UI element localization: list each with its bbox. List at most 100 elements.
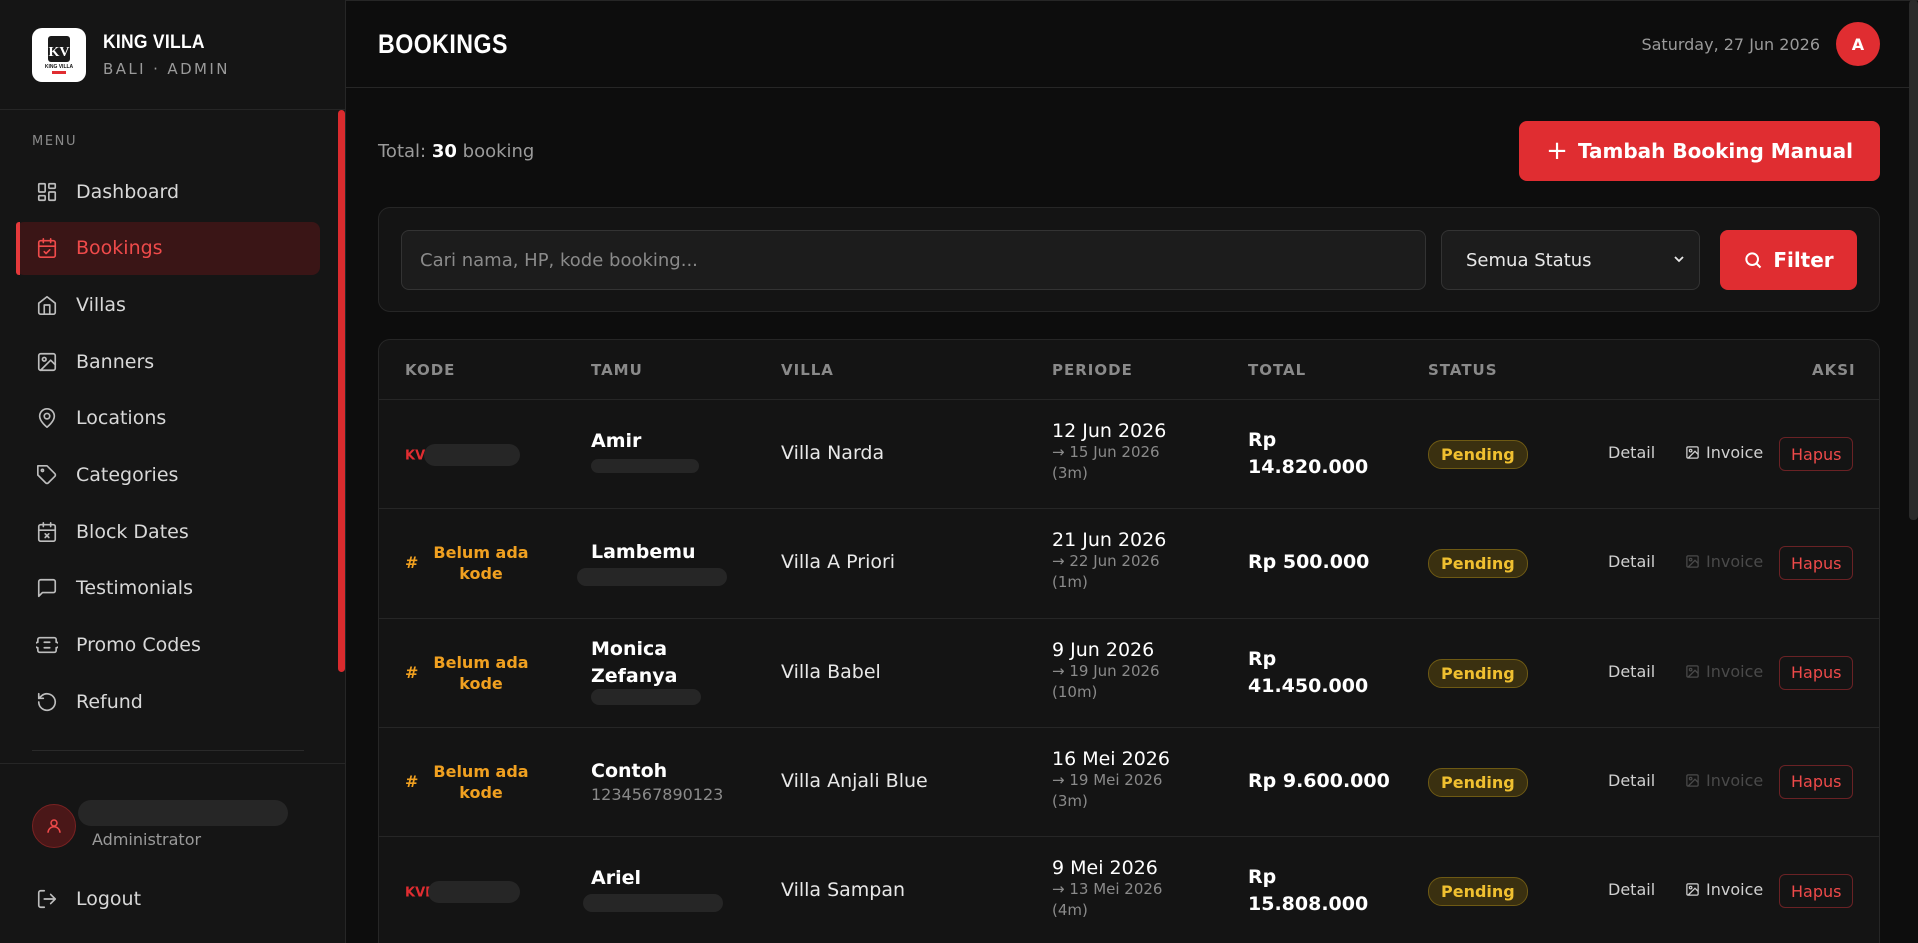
- summary-row: Total: 30 booking + Tambah Booking Manua…: [378, 121, 1880, 181]
- sidebar-scrollbar[interactable]: [338, 110, 345, 672]
- nav-divider: [32, 750, 304, 751]
- sidebar: KV KING VILLA KING VILLA BALI · ADMIN ME…: [0, 0, 346, 943]
- sidebar-item-label: Locations: [76, 407, 167, 430]
- sidebar-item-label: Banners: [76, 350, 155, 373]
- svg-text:KV: KV: [49, 45, 70, 60]
- refund-icon: [37, 692, 57, 711]
- king-villa-logo[interactable]: KV KING VILLA: [32, 27, 86, 82]
- period-cell: 21 Jun 2026 → 22 Jun 2026 (1m): [1052, 529, 1167, 592]
- avatar: [32, 804, 76, 848]
- table-row: # Belum ada kode Monica Zefanya Villa Ba…: [379, 619, 1879, 728]
- logout-button[interactable]: Logout: [36, 888, 141, 910]
- column-header-tamu: TAMU: [591, 361, 643, 379]
- total-count: Total: 30 booking: [378, 140, 535, 162]
- invoice-link: Invoice: [1685, 662, 1763, 681]
- sidebar-item-label: Block Dates: [76, 520, 189, 543]
- search-input[interactable]: [401, 230, 1426, 290]
- villa-name: Villa Babel: [781, 660, 881, 683]
- sidebar-item-categories[interactable]: Categories: [16, 448, 320, 501]
- delete-button[interactable]: Hapus: [1779, 437, 1854, 471]
- guest-cell: Lambemu: [577, 539, 727, 586]
- detail-link[interactable]: Detail: [1608, 443, 1655, 462]
- no-code-label: Belum ada kode: [433, 652, 529, 693]
- villa-name: Villa Sampan: [781, 879, 906, 902]
- sidebar-item-bookings[interactable]: Bookings: [16, 221, 320, 275]
- amount-cell: Rp 15.808.000: [1248, 866, 1369, 916]
- table-row: # Belum ada kode Lambemu Villa A Priori …: [379, 509, 1879, 619]
- amount-cell: Rp 9.600.000: [1248, 769, 1390, 792]
- main-content: BOOKINGS Saturday, 27 Jun 2026 A Total: …: [346, 0, 1918, 943]
- detail-link[interactable]: Detail: [1608, 771, 1655, 790]
- delete-button[interactable]: Hapus: [1779, 546, 1854, 581]
- sidebar-item-block-dates[interactable]: Block Dates: [16, 505, 320, 558]
- sidebar-item-label: Villas: [76, 293, 126, 316]
- image-icon: [1686, 555, 1699, 569]
- invoice-link: Invoice: [1685, 552, 1763, 571]
- delete-button[interactable]: Hapus: [1779, 655, 1854, 690]
- ticket-icon: [36, 636, 58, 654]
- sidebar-item-label: Testimonials: [76, 577, 193, 600]
- table-row: KVE Ariel Villa Sampan 9 Mei 2026 → 13 M…: [379, 837, 1879, 943]
- sidebar-item-banners[interactable]: Banners: [16, 335, 320, 388]
- status-select[interactable]: Semua Status: [1441, 230, 1700, 290]
- status-badge: Pending: [1428, 877, 1528, 907]
- column-header-aksi: AKSI: [1812, 361, 1856, 379]
- sidebar-item-locations[interactable]: Locations: [16, 392, 320, 445]
- sidebar-item-label: Promo Codes: [76, 634, 201, 656]
- topbar: BOOKINGS Saturday, 27 Jun 2026 A: [346, 0, 1918, 88]
- amount-cell: Rp 41.450.000: [1248, 647, 1369, 697]
- image-icon: [1686, 774, 1699, 787]
- sidebar-item-label: Refund: [76, 690, 143, 713]
- invoice-link: Invoice: [1685, 771, 1763, 790]
- page-scrollbar[interactable]: [1909, 0, 1918, 520]
- user-icon: [47, 819, 61, 833]
- avatar[interactable]: A: [1836, 22, 1880, 66]
- image-icon: [1686, 446, 1699, 459]
- booking-code: KVI: [405, 444, 520, 466]
- column-header-villa: VILLA: [781, 361, 834, 379]
- column-header-periode: PERIODE: [1052, 361, 1133, 379]
- filter-button[interactable]: Filter: [1720, 230, 1857, 290]
- column-header-kode: KODE: [405, 361, 456, 379]
- sidebar-item-promo-codes[interactable]: Promo Codes: [16, 619, 320, 672]
- invoice-link[interactable]: Invoice: [1685, 880, 1763, 899]
- column-header-status: STATUS: [1428, 361, 1498, 379]
- detail-link[interactable]: Detail: [1608, 880, 1655, 899]
- status-badge: Pending: [1428, 440, 1528, 469]
- detail-link[interactable]: Detail: [1608, 662, 1655, 681]
- villa-name: Villa Narda: [781, 442, 885, 464]
- sidebar-item-label: Categories: [76, 463, 179, 486]
- hash-icon: #: [405, 553, 419, 573]
- hash-icon: #: [405, 662, 419, 682]
- table-row: KVI Amir Villa Narda 12 Jun 2026 → 15 Ju…: [379, 400, 1879, 510]
- brand: KV KING VILLA KING VILLA BALI · ADMIN: [0, 0, 345, 110]
- amount-cell: Rp 500.000: [1248, 551, 1370, 574]
- add-booking-button[interactable]: + Tambah Booking Manual: [1519, 121, 1880, 181]
- table-header: KODE TAMU VILLA PERIODE TOTAL STATUS AKS…: [379, 340, 1879, 400]
- sidebar-item-testimonials[interactable]: Testimonials: [16, 562, 320, 615]
- sidebar-item-villas[interactable]: Villas: [16, 278, 320, 331]
- no-code-label: Belum ada kode: [433, 543, 529, 584]
- guest-cell: Ariel: [583, 865, 723, 912]
- invoice-link[interactable]: Invoice: [1685, 443, 1763, 462]
- menu-label: MENU: [32, 134, 78, 149]
- chevron-down-icon: [1674, 256, 1684, 263]
- status-badge: Pending: [1428, 549, 1528, 579]
- tag-icon: [37, 464, 57, 485]
- hash-icon: #: [405, 771, 419, 791]
- sidebar-item-label: Bookings: [76, 237, 163, 260]
- detail-link[interactable]: Detail: [1608, 552, 1655, 571]
- user-role: Administrator: [92, 830, 202, 849]
- current-date: Saturday, 27 Jun 2026: [1641, 34, 1820, 54]
- guest-cell: Contoh 1234567890123: [591, 759, 724, 804]
- period-cell: 9 Mei 2026 → 13 Mei 2026 (4m): [1052, 857, 1163, 920]
- bookings-table: KODE TAMU VILLA PERIODE TOTAL STATUS AKS…: [378, 339, 1880, 943]
- sidebar-item-refund[interactable]: Refund: [16, 675, 320, 728]
- sidebar-item-dashboard[interactable]: Dashboard: [16, 165, 320, 218]
- status-badge: Pending: [1428, 767, 1528, 797]
- delete-button[interactable]: Hapus: [1779, 764, 1854, 799]
- table-row: # Belum ada kode Contoh 1234567890123 Vi…: [379, 728, 1879, 838]
- villa-name: Villa Anjali Blue: [781, 769, 928, 792]
- delete-button[interactable]: Hapus: [1779, 874, 1854, 909]
- brand-subtitle: BALI · ADMIN: [103, 59, 230, 78]
